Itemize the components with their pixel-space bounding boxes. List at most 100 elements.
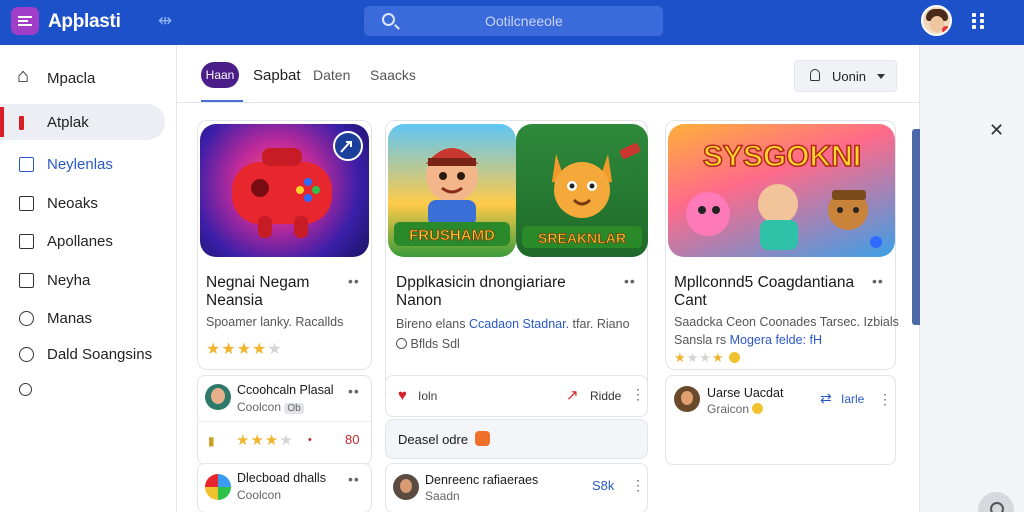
more-options-icon[interactable]: ••	[348, 273, 360, 289]
app-subtitle-line2: Sansla rs Mogera felde: fH	[674, 333, 822, 347]
more-options-icon[interactable]: ⋮	[631, 386, 646, 403]
sidebar-item-home[interactable]: Mpacla	[0, 60, 165, 96]
sidebar-item-neylenlas[interactable]: Neylenlas	[0, 146, 165, 182]
app-title-line2: Neansia	[206, 292, 263, 309]
action-label: Ioln	[418, 389, 438, 403]
app-title: Dpplkasicin dnongiariare	[396, 274, 566, 291]
publisher-link[interactable]: Ccadaon Stadnar.	[469, 317, 569, 331]
app-card[interactable]: SYSGOKNI Mpllconnd5 Coagdantiana Cant ••…	[665, 120, 899, 370]
app-artwork	[200, 124, 369, 257]
subtitle-text: tfar. Riano	[572, 317, 630, 331]
square-icon	[19, 157, 34, 172]
app-subtitle: Bireno elans Ccadaon Stadnar. tfar. Rian…	[396, 317, 630, 331]
tab-sapbat[interactable]: Sapbat	[253, 67, 301, 84]
more-options-icon[interactable]: ••	[348, 383, 360, 399]
tab-daten[interactable]: Daten	[313, 67, 350, 83]
search-input[interactable]: Ootilcneeole	[364, 6, 663, 36]
app-card[interactable]: Negnai Negam Neansia •• Spoamer lanky. R…	[197, 120, 372, 370]
avatar	[205, 384, 231, 410]
follow-link[interactable]: Iarle	[841, 392, 864, 406]
publisher-link[interactable]: Mogera felde: fH	[730, 333, 822, 347]
sidebar-item-apollanes[interactable]: Apollanes	[0, 223, 165, 259]
sidebar-item-settings[interactable]: Dald Soangsins	[0, 336, 165, 372]
artwork-label: SYSGOKNI	[703, 140, 861, 173]
app-artwork: SYSGOKNI	[668, 124, 895, 257]
action-label: Ridde	[590, 389, 622, 403]
promo-row[interactable]: Deasel odre	[385, 419, 648, 459]
character-icon: FRUSHAMD	[394, 148, 510, 246]
review-card[interactable]: Ccoohcaln Plasal Coolcon Ob •• ▮ ★★★★ • …	[197, 375, 372, 465]
sidebar-item-label: Apollanes	[47, 233, 113, 250]
review-card[interactable]: Dlecboad dhalls Coolcon ••	[197, 463, 372, 512]
share-icon[interactable]: ↗	[566, 386, 579, 404]
coin-icon	[752, 403, 764, 414]
rating-stars: ★★★★	[674, 350, 741, 366]
quote-icon: ▮	[208, 434, 215, 448]
badge: Ob	[284, 403, 304, 414]
app-logo-icon[interactable]	[11, 7, 39, 35]
notification-dot-icon	[942, 26, 950, 34]
sidebar-item-help[interactable]	[0, 372, 165, 408]
app-artwork: FRUSHAMD	[388, 124, 516, 257]
app-card[interactable]: FRUSHAMD SREAKNLAR Dpplkasicin dnongiari…	[385, 120, 648, 415]
meta-text: Bflds Sdl	[410, 337, 460, 351]
reviewer-name: Uarse Uacdat	[707, 386, 784, 400]
sidebar-item-label: Neoaks	[47, 195, 98, 212]
artwork-label-2: SREAKNLAR	[538, 230, 626, 246]
more-options-icon[interactable]: ••	[348, 471, 360, 487]
sidebar-item-label: Manas	[47, 310, 93, 327]
help-fab-icon[interactable]	[978, 492, 1014, 512]
circle-icon	[19, 311, 34, 326]
app-subtitle: Spoamer lanky. Racallds	[206, 315, 344, 329]
user-avatar[interactable]	[921, 5, 952, 36]
sidebar-item-label: Dald Soangsins	[47, 346, 153, 363]
app-title: Apþlasti	[48, 11, 121, 32]
sidebar-item-neoaks[interactable]: Neoaks	[0, 185, 165, 221]
artwork-label: FRUSHAMD	[409, 227, 495, 244]
more-options-icon[interactable]: ⋮	[631, 477, 646, 494]
reviewer-name: Denreenc rafiaeraes	[425, 473, 539, 487]
square-icon	[19, 273, 34, 288]
sidebar: Mpacla Atplak Neylenlas Neoaks Apollanes…	[0, 45, 177, 512]
settings-icon	[19, 347, 34, 362]
review-score: 80	[345, 432, 360, 447]
tab-divider	[177, 102, 920, 103]
reviewer-meta: Graicon	[707, 402, 764, 416]
sort-dropdown[interactable]: Uonin	[794, 60, 897, 92]
next-card-peek[interactable]	[912, 129, 920, 325]
apps-grid-icon[interactable]	[972, 13, 985, 29]
tab-active[interactable]: Haan	[201, 62, 239, 88]
more-options-icon[interactable]: ••	[624, 273, 636, 289]
coin-icon	[729, 352, 741, 363]
tab-saacks[interactable]: Saacks	[370, 67, 416, 83]
reviewer-meta: Saadn	[425, 489, 460, 503]
main-content: Haan Sapbat Daten Saacks Uonin Negnai Ne…	[177, 45, 920, 512]
square-icon	[19, 234, 34, 249]
link-icon[interactable]: ⇄	[820, 390, 832, 407]
sidebar-item-label: Atplak	[47, 114, 89, 131]
gift-icon	[475, 431, 490, 446]
app-subtitle: Saadcka Ceon Coonades Tarsec. Izbials	[674, 315, 899, 329]
review-card[interactable]: Denreenc rafiaeraes Saadn S8k ⋮	[385, 463, 648, 512]
heart-icon[interactable]: ♥	[398, 387, 407, 404]
reviewer-name: Dlecboad dhalls	[237, 471, 326, 485]
sidebar-item-neyha[interactable]: Neyha	[0, 262, 165, 298]
more-options-icon[interactable]: ••	[872, 273, 884, 289]
reviewer-name: Ccoohcaln Plasal	[237, 383, 334, 397]
top-bar: Apþlasti ⇹ Ootilcneeole	[0, 0, 1024, 45]
reviewer-meta: Coolcon Ob	[237, 400, 304, 414]
square-icon	[19, 196, 34, 211]
more-options-icon[interactable]: ⋮	[878, 391, 893, 408]
avatar	[674, 386, 700, 412]
subtitle-text: Sansla rs	[674, 333, 727, 347]
home-icon	[17, 65, 34, 88]
user-icon	[810, 69, 820, 81]
download-count: S8k	[592, 478, 615, 493]
close-icon[interactable]: ✕	[989, 120, 1004, 141]
menu-toggle-icon[interactable]: ⇹	[158, 11, 172, 31]
sidebar-item-apps[interactable]: Atplak	[0, 104, 165, 140]
action-row[interactable]: ♥ Ioln ↗ Ridde ⋮	[385, 375, 648, 417]
app-title: Mpllconnd5 Coagdantiana	[674, 274, 855, 291]
sidebar-item-manas[interactable]: Manas	[0, 300, 165, 336]
review-card[interactable]: Uarse Uacdat Graicon ⇄ Iarle ⋮	[665, 375, 896, 465]
